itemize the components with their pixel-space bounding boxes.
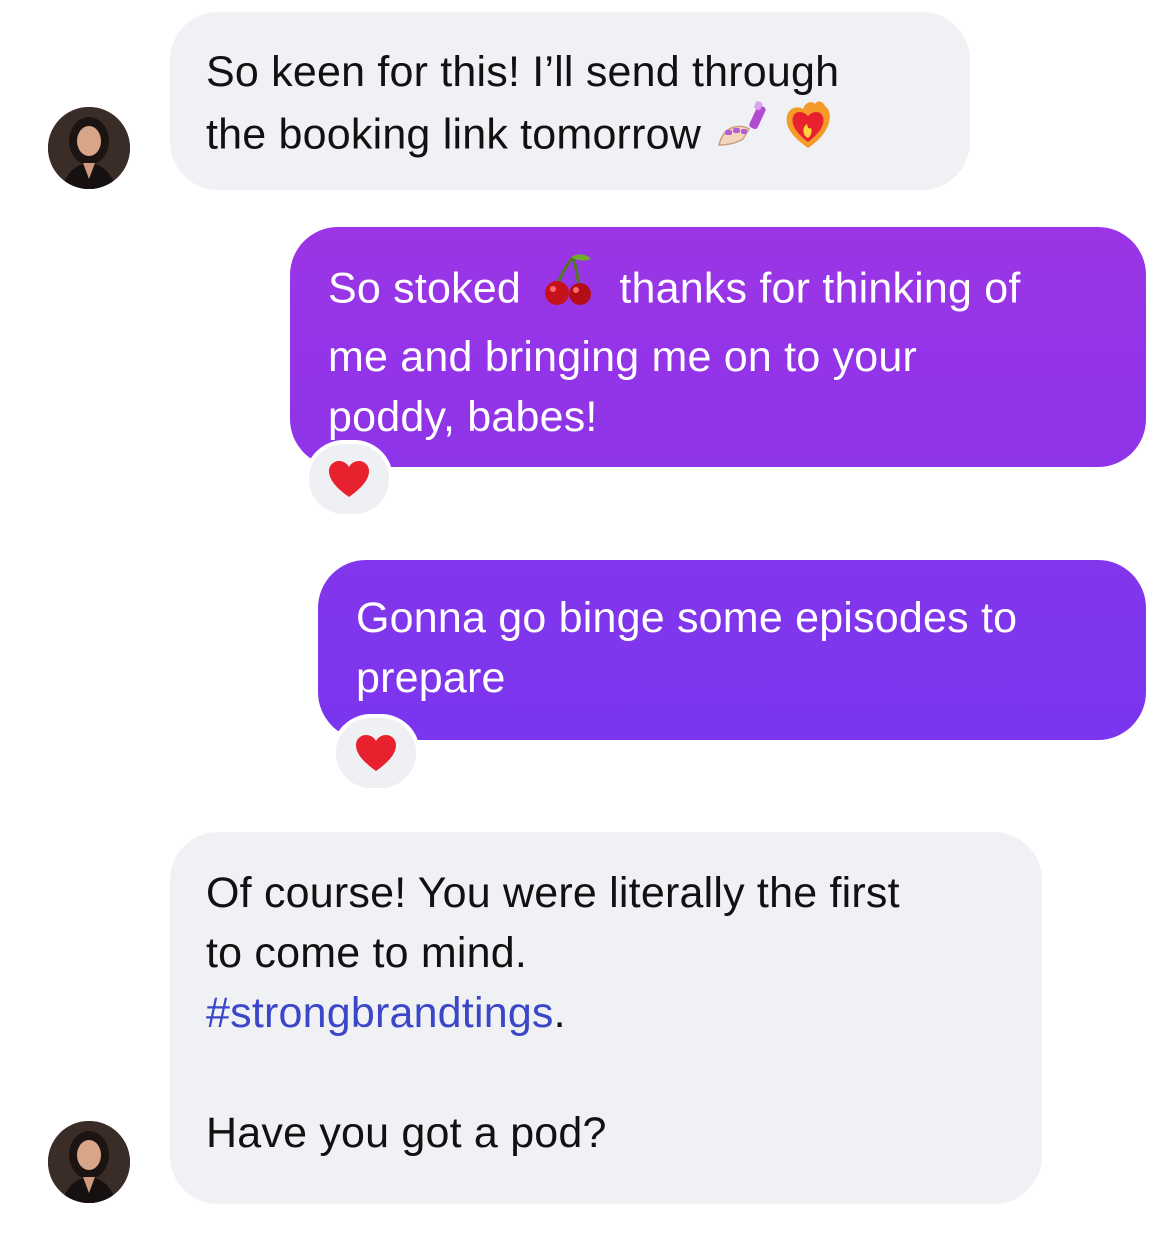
red-heart-icon [329, 461, 369, 497]
reaction-badge[interactable] [305, 440, 393, 518]
message-text: So stoked thanks for thinking of [328, 254, 1146, 327]
message-text: So keen for this! I’ll send through [206, 48, 840, 96]
message-bubble-outgoing[interactable]: Gonna go binge some episodes to prepare [318, 560, 1146, 740]
hashtag-link[interactable]: #strongbrandtings [206, 989, 554, 1037]
message-text: Have you got a pod? [206, 1109, 607, 1157]
message-bubble-incoming[interactable]: Of course! You were literally the first … [170, 832, 1042, 1204]
heart-on-fire-icon [781, 98, 835, 168]
message-text: prepare [356, 654, 506, 702]
message-text: to come to mind. [206, 929, 528, 977]
message-text: Gonna go binge some episodes to [356, 594, 1018, 642]
message-text: #strongbrandtings. [206, 989, 566, 1037]
avatar[interactable] [48, 107, 130, 189]
message-text: the booking link tomorrow [206, 99, 970, 172]
cherries-icon [543, 251, 593, 323]
avatar-photo-icon [48, 107, 130, 189]
message-bubble-outgoing[interactable]: So stoked thanks for thinking of me and … [290, 227, 1146, 467]
avatar-photo-icon [48, 1121, 130, 1203]
nail-polish-icon [713, 99, 769, 167]
avatar[interactable] [48, 1121, 130, 1203]
reaction-badge[interactable] [332, 714, 420, 792]
message-text: Of course! You were literally the first [206, 869, 900, 917]
red-heart-icon [356, 735, 396, 771]
message-text: me and bringing me on to your [328, 333, 918, 381]
message-text: poddy, babes! [328, 393, 598, 441]
message-bubble-incoming[interactable]: So keen for this! I’ll send through the … [170, 12, 970, 190]
